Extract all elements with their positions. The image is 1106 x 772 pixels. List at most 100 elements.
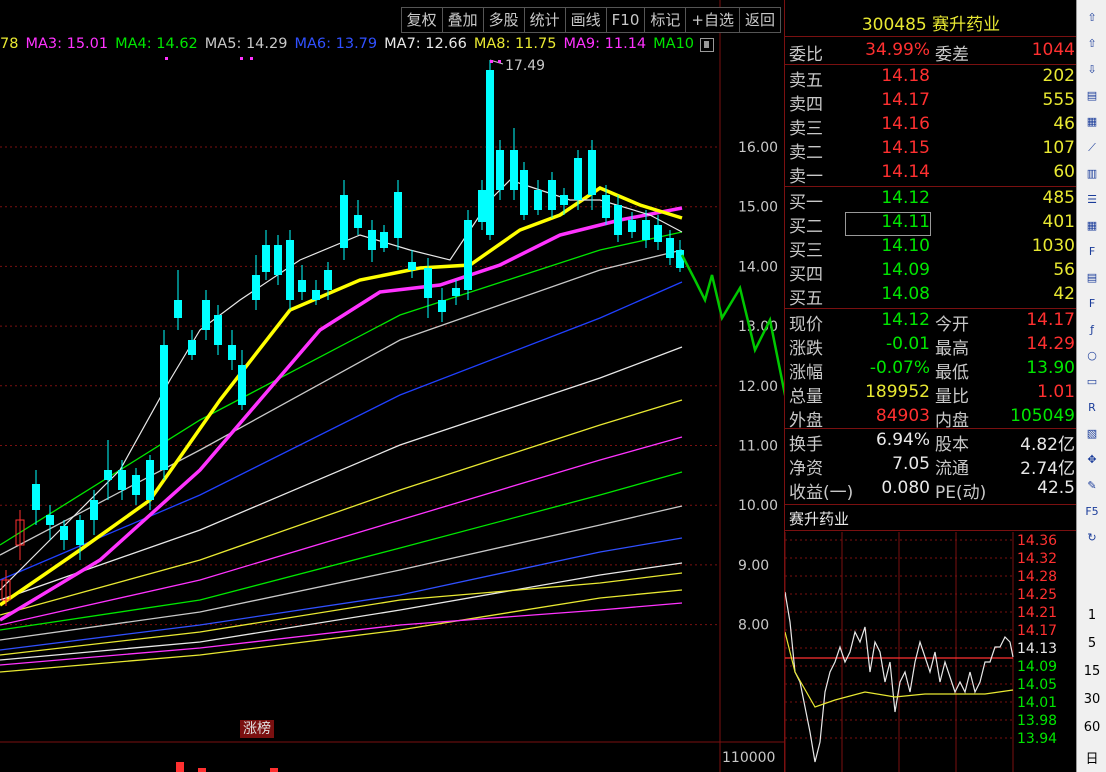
zhangbang-tag[interactable]: 涨榜: [240, 720, 274, 738]
ma-long-line: [0, 537, 683, 651]
kline-chart-area[interactable]: 16.00 15.00 14.00 13.00 12.00 11.00 10.00 9.00 8…: [0, 0, 784, 772]
ma-legend-item: MA6: 13.79: [294, 36, 378, 52]
move-icon[interactable]: ✥: [1082, 450, 1102, 470]
row-price: 14.11: [881, 212, 930, 232]
report-icon[interactable]: ▤: [1082, 86, 1102, 106]
fin-value: 0.080: [881, 478, 930, 498]
signal-dot: [240, 57, 243, 60]
candle-body: [354, 215, 362, 228]
candle-body: [534, 190, 542, 210]
period-1[interactable]: 1: [1077, 608, 1106, 623]
stat-value: 14.29: [1026, 334, 1075, 354]
day-period-button[interactable]: 日: [1077, 748, 1106, 767]
ask-row[interactable]: 卖二 14.15 107: [785, 138, 1077, 163]
row-volume: 46: [1053, 114, 1075, 134]
candle-body: [380, 232, 388, 248]
period-30[interactable]: 30: [1077, 692, 1106, 707]
mini-axis-label: 14.01: [1017, 695, 1057, 711]
bid-row[interactable]: 买一 14.12 485: [785, 188, 1077, 213]
candle-body: [298, 280, 306, 292]
trend-icon[interactable]: ⟋: [1082, 138, 1102, 158]
candle-body: [76, 520, 84, 545]
toolbar-btn-7[interactable]: +自选: [685, 7, 739, 33]
func-icon[interactable]: ƒ: [1082, 320, 1102, 340]
stat-value: 14.12: [881, 310, 930, 330]
stats-icon[interactable]: ▧: [1082, 424, 1102, 444]
toolbar-btn-3[interactable]: 统计: [523, 7, 565, 33]
candle-body: [32, 484, 40, 510]
row-price: 14.08: [881, 284, 930, 304]
candle-body: [312, 290, 320, 300]
row-label: 买三: [789, 241, 823, 261]
toolbar-btn-1[interactable]: 叠加: [441, 7, 483, 33]
doc-icon[interactable]: ▤: [1082, 268, 1102, 288]
fin-value: 2.74亿: [1020, 459, 1075, 479]
row-label: 卖二: [789, 143, 823, 163]
table-icon[interactable]: ▦: [1082, 216, 1102, 236]
candle-body: [628, 220, 636, 232]
window-icon[interactable]: ▭: [1082, 372, 1102, 392]
fin-label: 换手: [789, 435, 823, 455]
ask-row[interactable]: 卖五 14.18 202: [785, 66, 1077, 91]
arrow-down-icon[interactable]: ⇩: [1082, 60, 1102, 80]
toolbar-btn-0[interactable]: 复权: [400, 7, 442, 33]
bid-row[interactable]: 买二 14.11 401: [785, 212, 1077, 237]
f10-icon[interactable]: F: [1082, 242, 1102, 262]
row-volume: 555: [1042, 90, 1075, 110]
bid-row[interactable]: 买三 14.10 1030: [785, 236, 1077, 261]
cycle-icon[interactable]: ○: [1082, 346, 1102, 366]
bid-row[interactable]: 买四 14.09 56: [785, 260, 1077, 285]
fin-value: 42.5: [1037, 478, 1075, 498]
refresh-icon[interactable]: ↻: [1082, 528, 1102, 548]
rsi-icon[interactable]: R: [1082, 398, 1102, 418]
toolbar-btn-4[interactable]: 画线: [564, 7, 606, 33]
f5-icon[interactable]: F5: [1082, 502, 1102, 522]
right-toolbar: ⇧ ⇧ ⇩ ▤ ▦ ⟋ ▥ ☰ ▦ F ▤ Fƒ ○ ▭ R ▧ ✥ ✎ F5 ↻ 1 5 15 30 60 日: [1076, 0, 1106, 772]
weibi-label: 委比: [789, 45, 823, 65]
arrow-up-icon[interactable]: ⇧: [1082, 8, 1102, 28]
fin-row: 收益(一) 0.080 PE(动) 42.5: [785, 478, 1077, 503]
ma-legend-item: MA8: 11.75: [473, 36, 557, 52]
mini-axis-label: 14.25: [1017, 587, 1057, 603]
toolbar-btn-8[interactable]: 返回: [738, 7, 781, 33]
price-axis-label: 16.00: [738, 140, 778, 156]
legend-toggle-icon[interactable]: [700, 38, 714, 52]
candle-body: [324, 270, 332, 290]
toolbar-btn-2[interactable]: 多股: [482, 7, 524, 33]
ask-row[interactable]: 卖四 14.17 555: [785, 90, 1077, 115]
list-icon[interactable]: ☰: [1082, 190, 1102, 210]
candle-body: [340, 195, 348, 248]
period-60[interactable]: 60: [1077, 720, 1106, 735]
kline-icon[interactable]: ▥: [1082, 164, 1102, 184]
row-label: 买一: [789, 193, 823, 213]
pen-icon[interactable]: ✎: [1082, 476, 1102, 496]
grid-icon[interactable]: ▦: [1082, 112, 1102, 132]
candle-body: [654, 225, 662, 242]
signal-dot: [250, 57, 253, 60]
candle-body: [548, 180, 556, 210]
period-15[interactable]: 15: [1077, 664, 1106, 679]
stat-label: 量比: [935, 387, 969, 407]
toolbar-btn-5[interactable]: F10: [605, 7, 645, 33]
price-axis-label: 9.00: [738, 558, 769, 574]
intraday-mini-chart[interactable]: 14.36 14.32 14.28 14.25 14.21 14.17 14.13 14.09…: [785, 532, 1077, 772]
ma-long-line: [0, 471, 683, 631]
fiz-icon[interactable]: F: [1082, 294, 1102, 314]
price-axis-label: 15.00: [738, 200, 778, 216]
candle-body: [486, 70, 494, 235]
signal-dot: [490, 60, 493, 63]
bid-row[interactable]: 买五 14.08 42: [785, 284, 1077, 309]
ask-row[interactable]: 卖三 14.16 46: [785, 114, 1077, 139]
period-5[interactable]: 5: [1077, 636, 1106, 651]
candle-body: [228, 345, 236, 360]
candle-body: [46, 515, 54, 525]
kline-svg[interactable]: 16.0015.0014.0013.0012.0011.0010.009.008…: [0, 0, 784, 772]
forecast-line: [680, 254, 784, 396]
stat-value: 189952: [865, 382, 930, 402]
arrow-up-outline-icon[interactable]: ⇧: [1082, 34, 1102, 54]
candle-body: [174, 300, 182, 318]
toolbar-btn-6[interactable]: 标记: [644, 7, 686, 33]
candle-body: [214, 315, 222, 345]
ask-row[interactable]: 卖一 14.14 60: [785, 162, 1077, 187]
mini-axis-label: 14.05: [1017, 677, 1057, 693]
